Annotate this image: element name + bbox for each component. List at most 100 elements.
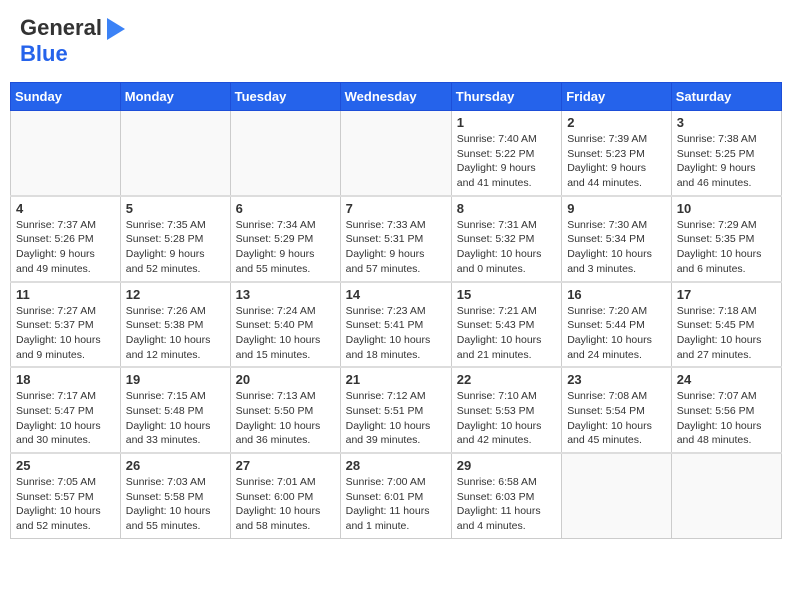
day-info: Sunrise: 7:38 AM Sunset: 5:25 PM Dayligh… — [677, 132, 776, 191]
day-info: Sunrise: 7:35 AM Sunset: 5:28 PM Dayligh… — [126, 218, 225, 277]
calendar-body: 1Sunrise: 7:40 AM Sunset: 5:22 PM Daylig… — [11, 111, 782, 539]
calendar-cell: 10 Sunrise: 7:29 AM Sunset: 5:35 PM Dayli… — [671, 196, 781, 282]
day-info: Sunrise: 7:17 AM Sunset: 5:47 PM Dayligh… — [16, 389, 115, 448]
day-number: 3 — [677, 115, 776, 130]
calendar-cell: 13 Sunrise: 7:24 AM Sunset: 5:40 PM Dayli… — [230, 282, 340, 368]
calendar-table: SundayMondayTuesdayWednesdayThursdayFrid… — [10, 82, 782, 539]
calendar-cell — [230, 111, 340, 196]
calendar-cell: 5 Sunrise: 7:35 AM Sunset: 5:28 PM Daylig… — [120, 196, 230, 282]
day-number: 18 — [16, 372, 115, 387]
calendar-cell: 23 Sunrise: 7:08 AM Sunset: 5:54 PM Dayli… — [562, 367, 672, 453]
calendar-cell: 29 Sunrise: 6:58 AM Sunset: 6:03 PM Dayli… — [451, 453, 561, 538]
day-info: Sunrise: 7:26 AM Sunset: 5:38 PM Dayligh… — [126, 304, 225, 363]
day-number: 19 — [126, 372, 225, 387]
day-number: 14 — [346, 287, 446, 302]
calendar-cell: 16 Sunrise: 7:20 AM Sunset: 5:44 PM Dayli… — [562, 282, 672, 368]
day-number: 17 — [677, 287, 776, 302]
day-number: 13 — [236, 287, 335, 302]
calendar-cell: 25 Sunrise: 7:05 AM Sunset: 5:57 PM Dayli… — [11, 453, 121, 538]
calendar-header-row: SundayMondayTuesdayWednesdayThursdayFrid… — [11, 83, 782, 111]
calendar-cell: 18 Sunrise: 7:17 AM Sunset: 5:47 PM Dayli… — [11, 367, 121, 453]
day-header-wednesday: Wednesday — [340, 83, 451, 111]
calendar-week-5: 25 Sunrise: 7:05 AM Sunset: 5:57 PM Dayli… — [11, 453, 782, 538]
day-info: Sunrise: 7:07 AM Sunset: 5:56 PM Dayligh… — [677, 389, 776, 448]
day-info: Sunrise: 6:58 AM Sunset: 6:03 PM Dayligh… — [457, 475, 556, 534]
day-info: Sunrise: 7:18 AM Sunset: 5:45 PM Dayligh… — [677, 304, 776, 363]
calendar-cell: 12 Sunrise: 7:26 AM Sunset: 5:38 PM Dayli… — [120, 282, 230, 368]
calendar-cell: 17 Sunrise: 7:18 AM Sunset: 5:45 PM Dayli… — [671, 282, 781, 368]
day-info: Sunrise: 7:08 AM Sunset: 5:54 PM Dayligh… — [567, 389, 666, 448]
calendar-cell: 1Sunrise: 7:40 AM Sunset: 5:22 PM Daylig… — [451, 111, 561, 196]
day-number: 8 — [457, 201, 556, 216]
calendar-cell: 3 Sunrise: 7:38 AM Sunset: 5:25 PM Daylig… — [671, 111, 781, 196]
calendar-cell: 27Sunrise: 7:01 AM Sunset: 6:00 PM Dayli… — [230, 453, 340, 538]
calendar-cell: 9 Sunrise: 7:30 AM Sunset: 5:34 PM Daylig… — [562, 196, 672, 282]
day-number: 9 — [567, 201, 666, 216]
day-number: 10 — [677, 201, 776, 216]
logo: General Blue — [20, 15, 125, 67]
calendar-cell: 11 Sunrise: 7:27 AM Sunset: 5:37 PM Dayli… — [11, 282, 121, 368]
day-number: 26 — [126, 458, 225, 473]
day-info: Sunrise: 7:24 AM Sunset: 5:40 PM Dayligh… — [236, 304, 335, 363]
calendar-cell: 14 Sunrise: 7:23 AM Sunset: 5:41 PM Dayli… — [340, 282, 451, 368]
calendar-cell: 24 Sunrise: 7:07 AM Sunset: 5:56 PM Dayli… — [671, 367, 781, 453]
calendar-cell: 19 Sunrise: 7:15 AM Sunset: 5:48 PM Dayli… — [120, 367, 230, 453]
day-info: Sunrise: 7:23 AM Sunset: 5:41 PM Dayligh… — [346, 304, 446, 363]
day-header-saturday: Saturday — [671, 83, 781, 111]
calendar-cell — [671, 453, 781, 538]
calendar-cell: 4Sunrise: 7:37 AM Sunset: 5:26 PM Daylig… — [11, 196, 121, 282]
calendar-cell: 21 Sunrise: 7:12 AM Sunset: 5:51 PM Dayli… — [340, 367, 451, 453]
calendar-cell: 8Sunrise: 7:31 AM Sunset: 5:32 PM Daylig… — [451, 196, 561, 282]
day-number: 23 — [567, 372, 666, 387]
logo-blue: Blue — [20, 41, 68, 66]
calendar-week-1: 1Sunrise: 7:40 AM Sunset: 5:22 PM Daylig… — [11, 111, 782, 196]
calendar-cell — [562, 453, 672, 538]
day-info: Sunrise: 7:30 AM Sunset: 5:34 PM Dayligh… — [567, 218, 666, 277]
calendar-week-3: 11 Sunrise: 7:27 AM Sunset: 5:37 PM Dayli… — [11, 282, 782, 368]
calendar-cell — [11, 111, 121, 196]
day-number: 11 — [16, 287, 115, 302]
day-info: Sunrise: 7:13 AM Sunset: 5:50 PM Dayligh… — [236, 389, 335, 448]
day-info: Sunrise: 7:10 AM Sunset: 5:53 PM Dayligh… — [457, 389, 556, 448]
calendar-week-2: 4Sunrise: 7:37 AM Sunset: 5:26 PM Daylig… — [11, 196, 782, 282]
calendar-cell: 22 Sunrise: 7:10 AM Sunset: 5:53 PM Dayli… — [451, 367, 561, 453]
day-number: 1 — [457, 115, 556, 130]
day-info: Sunrise: 7:01 AM Sunset: 6:00 PM Dayligh… — [236, 475, 335, 534]
day-info: Sunrise: 7:29 AM Sunset: 5:35 PM Dayligh… — [677, 218, 776, 277]
day-number: 29 — [457, 458, 556, 473]
day-number: 25 — [16, 458, 115, 473]
day-info: Sunrise: 7:27 AM Sunset: 5:37 PM Dayligh… — [16, 304, 115, 363]
page-header: General Blue — [10, 10, 782, 72]
day-header-sunday: Sunday — [11, 83, 121, 111]
calendar-cell: 20 Sunrise: 7:13 AM Sunset: 5:50 PM Dayli… — [230, 367, 340, 453]
calendar-cell — [340, 111, 451, 196]
day-info: Sunrise: 7:15 AM Sunset: 5:48 PM Dayligh… — [126, 389, 225, 448]
logo-general: General — [20, 15, 102, 41]
day-number: 12 — [126, 287, 225, 302]
calendar-week-4: 18 Sunrise: 7:17 AM Sunset: 5:47 PM Dayli… — [11, 367, 782, 453]
day-info: Sunrise: 7:03 AM Sunset: 5:58 PM Dayligh… — [126, 475, 225, 534]
day-info: Sunrise: 7:20 AM Sunset: 5:44 PM Dayligh… — [567, 304, 666, 363]
day-info: Sunrise: 7:00 AM Sunset: 6:01 PM Dayligh… — [346, 475, 446, 534]
day-number: 5 — [126, 201, 225, 216]
day-number: 21 — [346, 372, 446, 387]
day-info: Sunrise: 7:39 AM Sunset: 5:23 PM Dayligh… — [567, 132, 666, 191]
calendar-cell: 7Sunrise: 7:33 AM Sunset: 5:31 PM Daylig… — [340, 196, 451, 282]
calendar-cell: 26 Sunrise: 7:03 AM Sunset: 5:58 PM Dayli… — [120, 453, 230, 538]
calendar-cell: 2Sunrise: 7:39 AM Sunset: 5:23 PM Daylig… — [562, 111, 672, 196]
day-info: Sunrise: 7:33 AM Sunset: 5:31 PM Dayligh… — [346, 218, 446, 277]
day-info: Sunrise: 7:12 AM Sunset: 5:51 PM Dayligh… — [346, 389, 446, 448]
day-header-monday: Monday — [120, 83, 230, 111]
calendar-cell: 28Sunrise: 7:00 AM Sunset: 6:01 PM Dayli… — [340, 453, 451, 538]
calendar-cell: 15Sunrise: 7:21 AM Sunset: 5:43 PM Dayli… — [451, 282, 561, 368]
day-header-friday: Friday — [562, 83, 672, 111]
day-number: 20 — [236, 372, 335, 387]
day-number: 4 — [16, 201, 115, 216]
day-number: 6 — [236, 201, 335, 216]
calendar-cell — [120, 111, 230, 196]
day-number: 24 — [677, 372, 776, 387]
logo-arrow-icon — [107, 18, 125, 40]
day-number: 22 — [457, 372, 556, 387]
day-number: 16 — [567, 287, 666, 302]
day-info: Sunrise: 7:05 AM Sunset: 5:57 PM Dayligh… — [16, 475, 115, 534]
